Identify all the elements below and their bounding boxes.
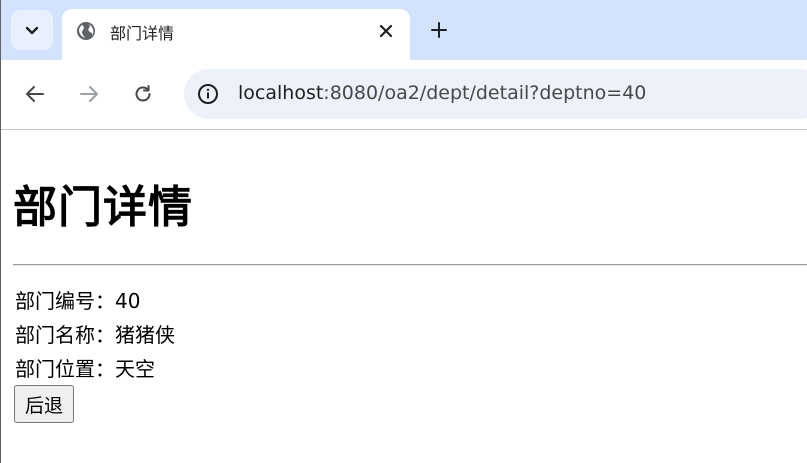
- url-host: localhost: [238, 82, 324, 104]
- reload-button[interactable]: [131, 82, 155, 106]
- field-separator: ：: [95, 357, 115, 381]
- globe-icon: [77, 22, 95, 40]
- field-value: 天空: [115, 357, 155, 381]
- arrow-left-icon: [26, 86, 44, 102]
- close-icon: [379, 24, 393, 38]
- field-separator: ：: [95, 323, 115, 347]
- page-title: 部门详情: [13, 182, 193, 233]
- field-value: 40: [115, 289, 141, 313]
- active-tab[interactable]: 部门详情: [62, 9, 410, 60]
- browser-toolbar: localhost:8080/oa2/dept/detail?deptno=40: [1, 60, 807, 130]
- plus-icon: [431, 22, 447, 38]
- field-label: 部门名称: [15, 323, 95, 347]
- arrow-right-icon: [80, 86, 98, 102]
- field-value: 猪猪侠: [115, 323, 175, 347]
- site-info-button[interactable]: [196, 82, 220, 106]
- dept-number-row: 部门编号：40: [15, 285, 140, 314]
- dept-location-row: 部门位置：天空: [15, 353, 155, 382]
- close-tab-button[interactable]: [374, 19, 398, 43]
- dept-name-row: 部门名称：猪猪侠: [15, 319, 175, 348]
- forward-nav-button[interactable]: [77, 82, 101, 106]
- chevron-down-icon: [25, 26, 39, 35]
- field-label: 部门编号: [15, 289, 95, 313]
- tab-title: 部门详情: [110, 24, 175, 43]
- address-bar[interactable]: localhost:8080/oa2/dept/detail?deptno=40: [184, 69, 807, 119]
- page-content: 部门详情 部门编号：40 部门名称：猪猪侠 部门位置：天空 后退: [1, 131, 807, 463]
- info-icon: [198, 84, 218, 104]
- reload-icon: [135, 85, 151, 102]
- tab-search-button[interactable]: [11, 10, 53, 50]
- field-separator: ：: [95, 289, 115, 313]
- back-button[interactable]: 后退: [14, 385, 75, 423]
- tab-strip: 部门详情: [1, 0, 807, 60]
- new-tab-button[interactable]: [427, 18, 451, 42]
- back-nav-button[interactable]: [23, 82, 47, 106]
- url-path: :8080/oa2/dept/detail?deptno=40: [323, 82, 647, 104]
- divider: [13, 264, 807, 266]
- url-text[interactable]: localhost:8080/oa2/dept/detail?deptno=40: [238, 82, 646, 104]
- field-label: 部门位置: [15, 357, 95, 381]
